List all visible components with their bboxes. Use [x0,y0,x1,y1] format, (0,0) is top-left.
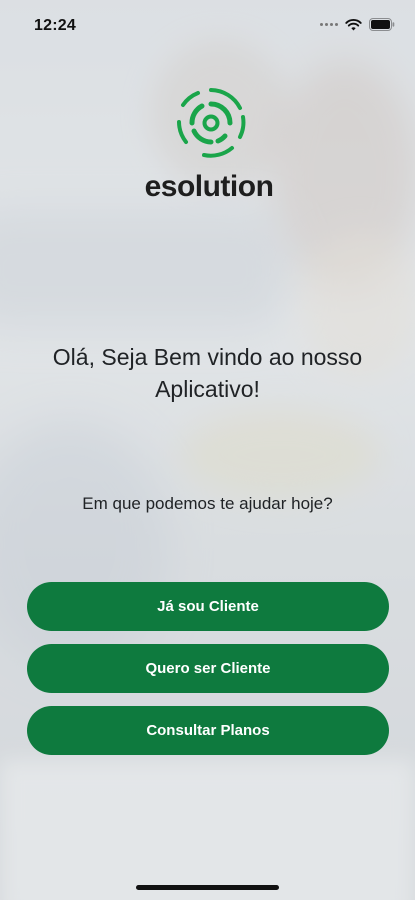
battery-icon [369,18,395,31]
logo-mark-icon [177,88,246,158]
question-text: Em que podemos te ajudar hoje? [82,494,333,513]
app-screen: 12:24 esolution Olá, Seja Bem vindo ao n… [0,0,415,900]
status-icons [320,18,395,31]
status-bar: 12:24 [0,0,415,52]
status-time: 12:24 [34,17,76,34]
consultar-planos-button[interactable]: Consultar Planos [27,706,389,755]
welcome-text: Olá, Seja Bem vindo ao nosso Aplicativo! [52,344,363,402]
signal-dots-icon [320,23,338,26]
wifi-icon [345,18,362,30]
brand-name: esolution [144,170,274,203]
home-indicator[interactable] [136,885,279,890]
ja-sou-cliente-button[interactable]: Já sou Cliente [27,582,389,631]
quero-ser-cliente-button[interactable]: Quero ser Cliente [27,644,389,693]
